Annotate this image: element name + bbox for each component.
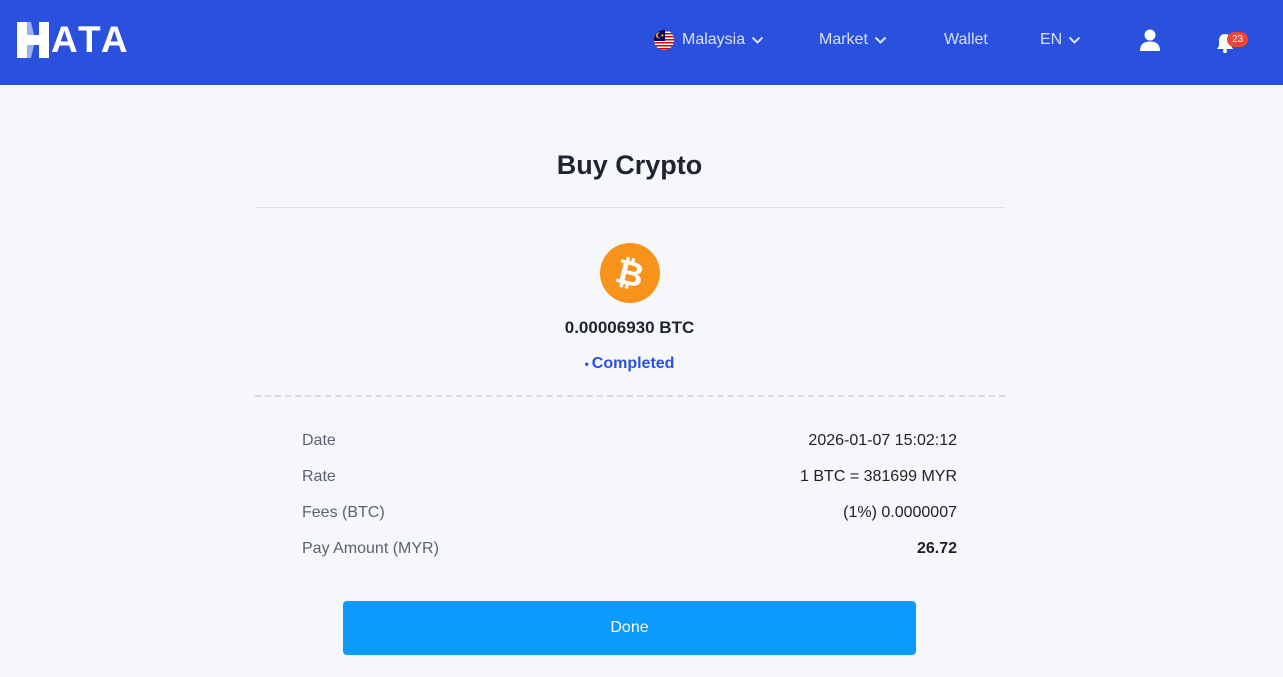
- hata-logo[interactable]: ATA: [17, 19, 131, 60]
- detail-row-fees: Fees (BTC) (1%) 0.0000007: [302, 501, 957, 525]
- dashed-divider: [255, 395, 1005, 397]
- malaysia-flag-icon: [654, 30, 674, 50]
- language-label: EN: [1040, 31, 1063, 48]
- detail-value: 26.72: [916, 540, 957, 557]
- chevron-down-icon: [1069, 36, 1081, 44]
- detail-value: (1%) 0.0000007: [843, 504, 957, 521]
- detail-label: Fees (BTC): [302, 504, 385, 521]
- country-selector[interactable]: Malaysia: [654, 28, 764, 52]
- detail-row-rate: Rate 1 BTC = 381699 MYR: [302, 465, 957, 489]
- chevron-down-icon: [751, 36, 764, 44]
- detail-label: Pay Amount (MYR): [302, 540, 439, 557]
- status-badge: • Completed: [0, 355, 1259, 373]
- detail-label: Date: [302, 432, 336, 449]
- chevron-down-icon: [874, 36, 887, 44]
- page-title: Buy Crypto: [556, 150, 703, 180]
- bitcoin-icon: ₿: [600, 243, 660, 303]
- market-label: Market: [819, 31, 868, 48]
- detail-value: 2026-01-07 15:02:12: [808, 432, 957, 449]
- wallet-label: Wallet: [944, 31, 988, 48]
- market-menu[interactable]: Market: [819, 28, 887, 52]
- logo-mark-icon: [17, 22, 49, 58]
- detail-row-pay-amount: Pay Amount (MYR) 26.72: [302, 537, 957, 561]
- notifications-button[interactable]: 23: [1214, 30, 1254, 56]
- wallet-link[interactable]: Wallet: [944, 28, 988, 52]
- language-selector[interactable]: EN: [1040, 28, 1081, 52]
- user-account-icon[interactable]: [1138, 28, 1162, 52]
- detail-row-date: Date 2026-01-07 15:02:12: [302, 429, 957, 453]
- logo-text: ATA: [51, 19, 131, 60]
- divider: [255, 207, 1005, 208]
- detail-label: Rate: [302, 468, 336, 485]
- detail-value: 1 BTC = 381699 MYR: [800, 468, 957, 485]
- status-dot: •: [584, 356, 589, 371]
- top-navigation-bar: ATA Malaysia Market Wallet EN 23: [0, 0, 1283, 85]
- country-label: Malaysia: [682, 31, 746, 48]
- status-label: Completed: [591, 355, 675, 372]
- done-button[interactable]: Done: [343, 601, 916, 655]
- notification-count-badge: 23: [1227, 32, 1248, 47]
- crypto-amount: 0.00006930 BTC: [564, 318, 695, 337]
